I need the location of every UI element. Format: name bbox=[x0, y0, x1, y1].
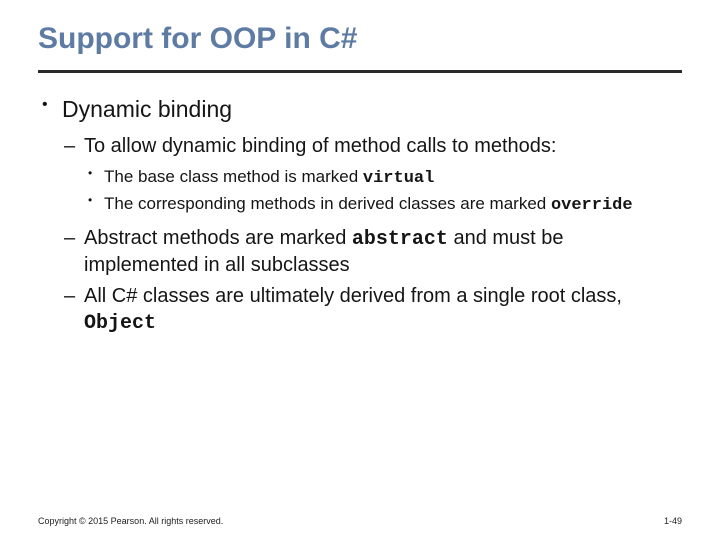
bullet-text: Dynamic binding bbox=[62, 96, 232, 122]
code-virtual: virtual bbox=[363, 169, 434, 188]
slide-body: Support for OOP in C# Dynamic binding To… bbox=[0, 0, 720, 336]
sub-item: Abstract methods are marked abstract and… bbox=[62, 226, 682, 278]
sub-item: To allow dynamic binding of method calls… bbox=[62, 134, 682, 217]
code-abstract: abstract bbox=[352, 228, 448, 251]
subsub-text: The corresponding methods in derived cla… bbox=[104, 194, 551, 213]
subsub-item: The base class method is marked virtual bbox=[84, 166, 682, 190]
code-object: Object bbox=[84, 312, 156, 335]
subsub-list: The base class method is marked virtual … bbox=[84, 166, 682, 218]
title-rule bbox=[38, 70, 682, 73]
sub-item: All C# classes are ultimately derived fr… bbox=[62, 284, 682, 336]
slide-title: Support for OOP in C# bbox=[38, 22, 682, 56]
bullet-item: Dynamic binding To allow dynamic binding… bbox=[38, 95, 682, 336]
copyright-text: Copyright © 2015 Pearson. All rights res… bbox=[38, 516, 223, 526]
subsub-text: The base class method is marked bbox=[104, 167, 363, 186]
code-override: override bbox=[551, 196, 633, 215]
bullet-list: Dynamic binding To allow dynamic binding… bbox=[38, 95, 682, 336]
subsub-item: The corresponding methods in derived cla… bbox=[84, 193, 682, 217]
page-number: 1-49 bbox=[664, 516, 682, 526]
sub-text: All C# classes are ultimately derived fr… bbox=[84, 285, 622, 307]
footer: Copyright © 2015 Pearson. All rights res… bbox=[38, 516, 682, 526]
sub-text: To allow dynamic binding of method calls… bbox=[84, 135, 556, 157]
sub-text: Abstract methods are marked bbox=[84, 227, 352, 249]
sub-list: To allow dynamic binding of method calls… bbox=[62, 134, 682, 336]
